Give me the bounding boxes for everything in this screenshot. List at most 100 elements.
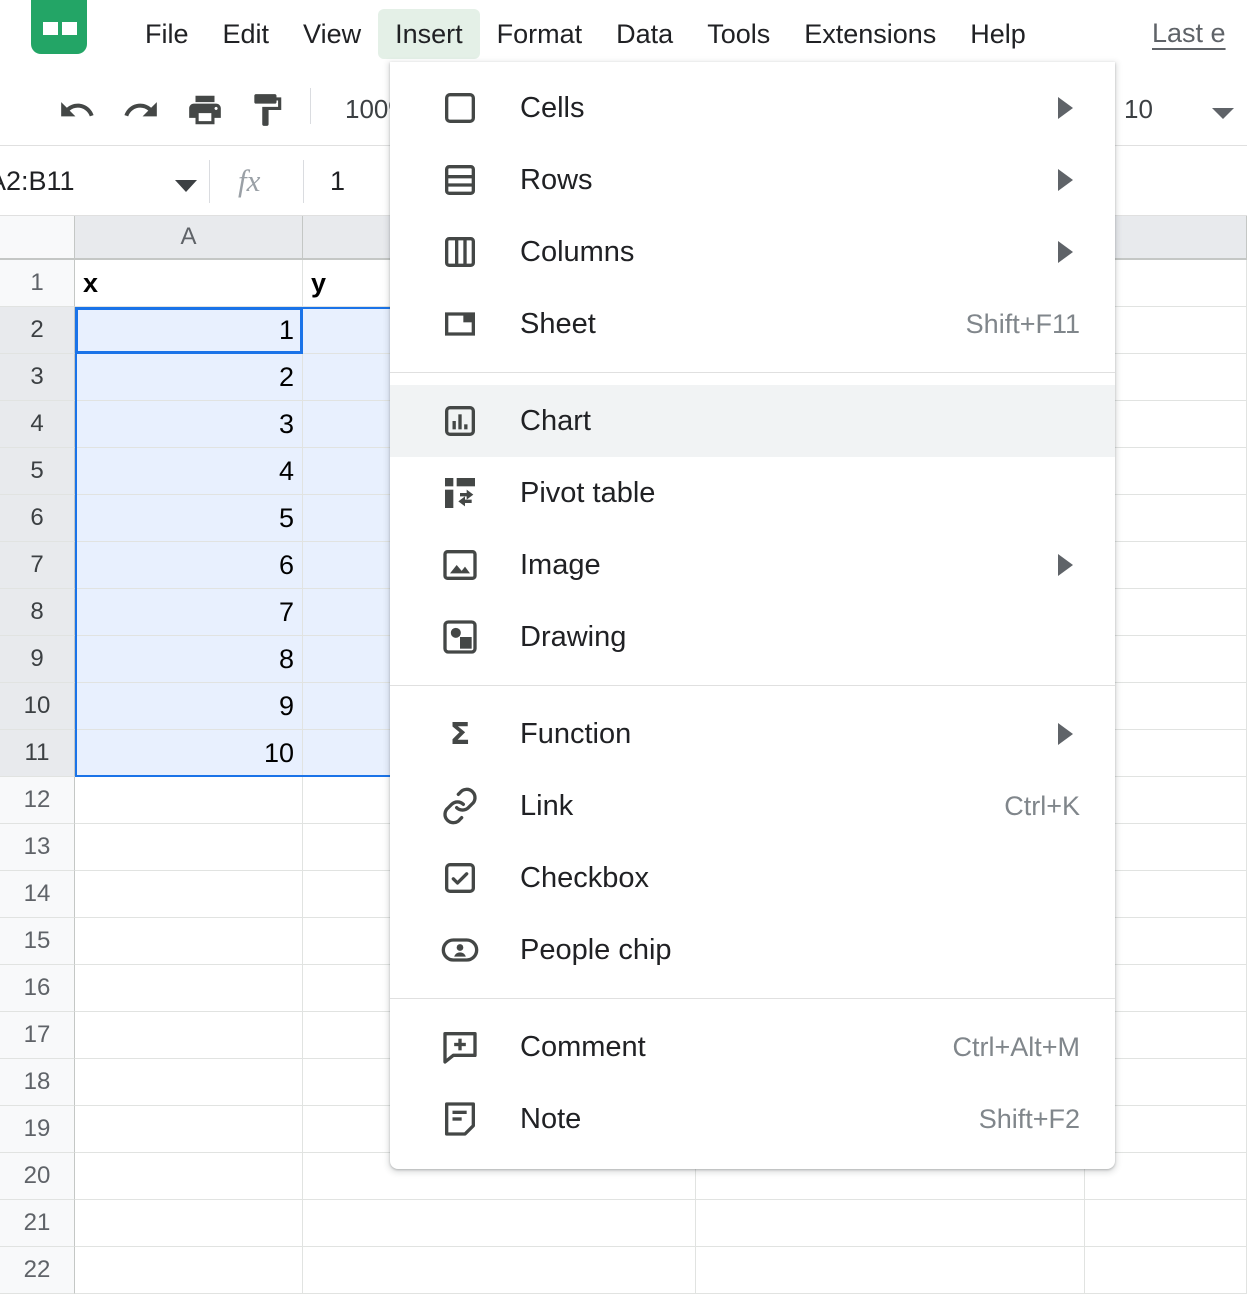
menu-item-chart[interactable]: Chart	[390, 385, 1115, 457]
pivot-table-icon	[438, 471, 482, 515]
menu-item-shortcut: Ctrl+K	[1004, 790, 1080, 821]
row-header-8[interactable]: 8	[0, 589, 75, 636]
row-header-1[interactable]: 1	[0, 260, 75, 307]
menu-insert[interactable]: Insert	[378, 9, 480, 59]
cell-A22[interactable]	[75, 1247, 303, 1294]
cell-A4[interactable]: 3	[75, 401, 303, 448]
menu-item-link[interactable]: Link Ctrl+K	[390, 770, 1115, 842]
row-header-18[interactable]: 18	[0, 1059, 75, 1106]
cell-A6[interactable]: 5	[75, 495, 303, 542]
cell-B21[interactable]	[303, 1200, 696, 1247]
menu-item-drawing[interactable]: Drawing	[390, 601, 1115, 673]
cell-A14[interactable]	[75, 871, 303, 918]
row-header-12[interactable]: 12	[0, 777, 75, 824]
rows-icon	[438, 158, 482, 202]
row-header-21[interactable]: 21	[0, 1200, 75, 1247]
menu-file[interactable]: File	[128, 9, 206, 59]
cell-empty[interactable]	[696, 1200, 1085, 1247]
name-box[interactable]: A2:B11	[0, 166, 75, 197]
cell-A19[interactable]	[75, 1106, 303, 1153]
cell-A13[interactable]	[75, 824, 303, 871]
menu-divider	[390, 372, 1115, 373]
menu-item-note[interactable]: Note Shift+F2	[390, 1083, 1115, 1155]
function-fx-icon[interactable]: fx	[238, 163, 260, 199]
row-header-4[interactable]: 4	[0, 401, 75, 448]
select-all-corner[interactable]	[0, 216, 75, 260]
cell-A21[interactable]	[75, 1200, 303, 1247]
cell-B22[interactable]	[303, 1247, 696, 1294]
row-header-5[interactable]: 5	[0, 448, 75, 495]
row-header-19[interactable]: 19	[0, 1106, 75, 1153]
row-header-7[interactable]: 7	[0, 542, 75, 589]
menu-divider	[390, 685, 1115, 686]
insert-menu-panel[interactable]: Cells Rows Columns Sheet Shift+F11 Chart Pivot…	[390, 62, 1115, 1169]
submenu-arrow-icon	[1058, 169, 1073, 191]
cell-A17[interactable]	[75, 1012, 303, 1059]
cell-empty[interactable]	[1085, 1247, 1247, 1294]
row-header-16[interactable]: 16	[0, 965, 75, 1012]
cell-A7[interactable]: 6	[75, 542, 303, 589]
checkbox-icon	[438, 856, 482, 900]
row-header-9[interactable]: 9	[0, 636, 75, 683]
formula-input[interactable]: 1	[330, 166, 345, 197]
cell-empty[interactable]	[1085, 1200, 1247, 1247]
paint-format-icon[interactable]	[248, 91, 286, 134]
cell-A18[interactable]	[75, 1059, 303, 1106]
cell-A10[interactable]: 9	[75, 683, 303, 730]
menu-divider	[390, 998, 1115, 999]
menu-help[interactable]: Help	[953, 9, 1043, 59]
submenu-arrow-icon	[1058, 241, 1073, 263]
cell-A11[interactable]: 10	[75, 730, 303, 777]
menu-item-people-chip[interactable]: People chip	[390, 914, 1115, 986]
menu-data[interactable]: Data	[599, 9, 690, 59]
menu-item-checkbox[interactable]: Checkbox	[390, 842, 1115, 914]
menu-item-image[interactable]: Image	[390, 529, 1115, 601]
menu-view[interactable]: View	[286, 9, 378, 59]
menu-item-rows[interactable]: Rows	[390, 144, 1115, 216]
sheets-window: File Edit View Insert Format Data Tools Extensi…	[0, 0, 1247, 1297]
menu-item-columns[interactable]: Columns	[390, 216, 1115, 288]
menu-extensions[interactable]: Extensions	[787, 9, 953, 59]
row-header-6[interactable]: 6	[0, 495, 75, 542]
menu-item-function[interactable]: Σ Function	[390, 698, 1115, 770]
font-size-value[interactable]: 10	[1124, 94, 1153, 125]
cell-A16[interactable]	[75, 965, 303, 1012]
menu-item-shortcut: Ctrl+Alt+M	[952, 1031, 1080, 1062]
redo-icon[interactable]	[122, 91, 160, 134]
cell-empty[interactable]	[696, 1247, 1085, 1294]
cell-A1[interactable]: x	[75, 260, 303, 307]
menu-item-shortcut: Shift+F11	[965, 308, 1080, 339]
row-header-14[interactable]: 14	[0, 871, 75, 918]
undo-icon[interactable]	[58, 91, 96, 134]
print-icon[interactable]	[186, 91, 224, 134]
cell-A5[interactable]: 4	[75, 448, 303, 495]
menu-tools[interactable]: Tools	[690, 9, 787, 59]
menu-format[interactable]: Format	[480, 9, 600, 59]
menu-item-pivot-table[interactable]: Pivot table	[390, 457, 1115, 529]
cell-A9[interactable]: 8	[75, 636, 303, 683]
menu-item-sheet[interactable]: Sheet Shift+F11	[390, 288, 1115, 360]
menu-item-comment[interactable]: Comment Ctrl+Alt+M	[390, 1011, 1115, 1083]
row-header-2[interactable]: 2	[0, 307, 75, 354]
cell-A20[interactable]	[75, 1153, 303, 1200]
cell-A12[interactable]	[75, 777, 303, 824]
column-header-A[interactable]: A	[75, 216, 303, 260]
menu-edit[interactable]: Edit	[206, 9, 287, 59]
row-header-20[interactable]: 20	[0, 1153, 75, 1200]
row-header-17[interactable]: 17	[0, 1012, 75, 1059]
row-header-11[interactable]: 11	[0, 730, 75, 777]
last-edit-label[interactable]: Last e	[1152, 18, 1226, 49]
menu-item-label: Note	[520, 1102, 582, 1135]
font-size-chevron-down-icon[interactable]	[1212, 108, 1234, 119]
row-header-13[interactable]: 13	[0, 824, 75, 871]
row-header-22[interactable]: 22	[0, 1247, 75, 1294]
menu-item-cells[interactable]: Cells	[390, 72, 1115, 144]
cell-A15[interactable]	[75, 918, 303, 965]
cell-A2[interactable]: 1	[75, 307, 303, 354]
cell-A3[interactable]: 2	[75, 354, 303, 401]
name-box-chevron-down-icon[interactable]	[175, 180, 197, 192]
cell-A8[interactable]: 7	[75, 589, 303, 636]
row-header-3[interactable]: 3	[0, 354, 75, 401]
row-header-10[interactable]: 10	[0, 683, 75, 730]
row-header-15[interactable]: 15	[0, 918, 75, 965]
